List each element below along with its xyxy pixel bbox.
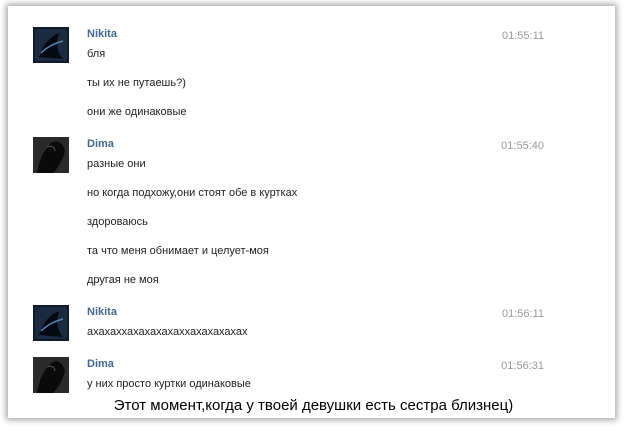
message-text: но когда подхожу,они стоят обе в куртках bbox=[87, 187, 298, 199]
avatar-nikita[interactable] bbox=[33, 305, 69, 341]
message-text: разные они bbox=[87, 158, 146, 170]
message-timestamp: 01:55:40 bbox=[501, 140, 544, 152]
message-text: они же одинаковые bbox=[87, 106, 187, 118]
message-timestamp: 01:56:31 bbox=[501, 360, 544, 372]
sender-name[interactable]: Dima bbox=[87, 358, 114, 370]
avatar-dima[interactable] bbox=[33, 357, 69, 393]
avatar-dima[interactable] bbox=[33, 137, 69, 173]
avatar-nikita[interactable] bbox=[33, 27, 69, 63]
message-text: другая не моя bbox=[87, 274, 159, 286]
chat-window: Nikita 01:55:11 бля ты их не путаешь?) о… bbox=[8, 6, 615, 418]
message-timestamp: 01:56:11 bbox=[501, 308, 544, 320]
message-text: ахахаххахахахахаххахахахахах bbox=[87, 326, 248, 338]
message-text: бля bbox=[87, 48, 106, 60]
sender-name[interactable]: Dima bbox=[87, 138, 114, 150]
message-timestamp: 01:55:11 bbox=[501, 30, 544, 42]
message-text: у них просто куртки одинаковые bbox=[87, 378, 251, 390]
message-text: ты их не путаешь?) bbox=[87, 77, 186, 89]
sender-name[interactable]: Nikita bbox=[87, 28, 117, 40]
meme-caption: Этот момент,когда у твоей девушки есть с… bbox=[113, 397, 514, 414]
message-text: та что меня обнимает и целует-моя bbox=[87, 245, 269, 257]
sender-name[interactable]: Nikita bbox=[87, 306, 117, 318]
message-text: здороваюсь bbox=[87, 216, 148, 228]
